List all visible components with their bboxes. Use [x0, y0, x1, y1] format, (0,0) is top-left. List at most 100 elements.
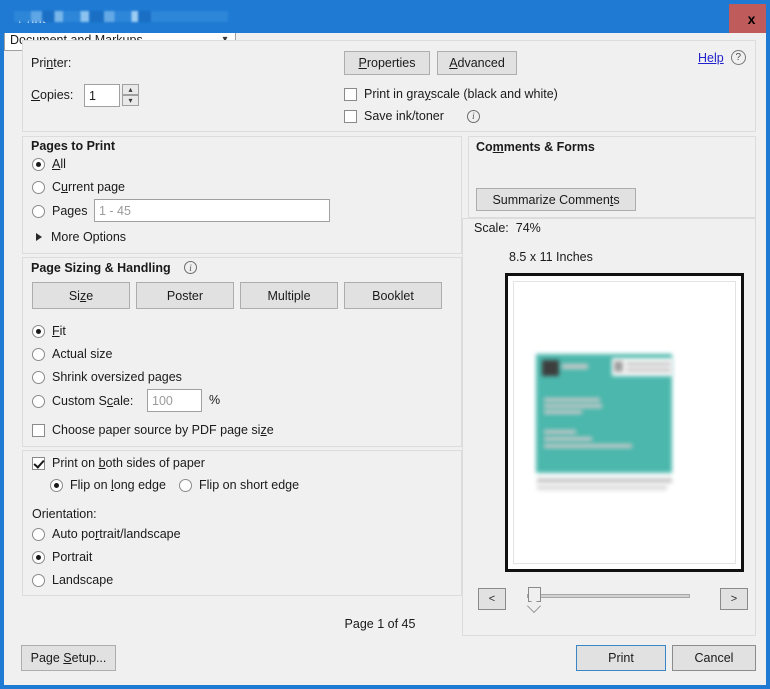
pages-range-label: Pages — [52, 204, 88, 218]
duplex-option[interactable]: Print on both sides of paper — [32, 456, 205, 470]
preview-logo-block — [542, 360, 559, 376]
pages-range-radio[interactable] — [32, 204, 45, 218]
page-setup-button[interactable]: Page Setup... — [21, 645, 116, 671]
sizing-option-actual-size[interactable]: Actual size — [32, 347, 112, 361]
orientation-landscape-label: Landscape — [52, 573, 114, 587]
preview-body-line-4 — [544, 430, 576, 434]
page-slider-thumb[interactable] — [528, 587, 541, 602]
pages-current-radio[interactable] — [32, 180, 45, 194]
poster-button[interactable]: Poster — [136, 282, 234, 309]
orientation-portrait-radio[interactable] — [32, 550, 45, 564]
paper-source-label: Choose paper source by PDF page size — [52, 423, 274, 437]
paper-source-checkbox[interactable] — [32, 423, 45, 437]
printer-properties-button[interactable]: Properties — [344, 51, 430, 75]
flip-long-edge-radio[interactable] — [50, 478, 63, 492]
custom-scale-radio[interactable] — [32, 394, 45, 408]
flip-long-edge-option[interactable]: Flip on long edge — [50, 478, 166, 492]
orientation-portrait-label: Portrait — [52, 550, 93, 564]
page-sizing-title: Page Sizing & Handling — [31, 261, 171, 275]
pages-current-label: Current page — [52, 180, 125, 194]
scale-value: 74% — [515, 221, 541, 235]
more-options-label: More Options — [51, 230, 127, 244]
preview-body-line-1 — [544, 398, 600, 402]
duplex-label: Print on both sides of paper — [52, 456, 205, 470]
pages-all-label: All — [52, 157, 66, 171]
actual-size-radio[interactable] — [32, 347, 45, 361]
pages-to-print-title: Pages to Print — [31, 139, 116, 153]
next-page-button[interactable]: > — [720, 588, 748, 610]
orientation-auto-radio[interactable] — [32, 527, 45, 541]
save-ink-label: Save ink/toner — [364, 109, 444, 123]
comments-forms-title: Comments & Forms — [476, 140, 595, 154]
copies-spinner-down[interactable]: ▾ — [122, 95, 139, 106]
preview-body-line-5 — [544, 437, 592, 441]
custom-scale-input[interactable]: 100 — [147, 389, 202, 412]
preview-footer-line-2 — [537, 485, 667, 490]
paper-size-label: 8.5 x 11 Inches — [509, 250, 593, 264]
orientation-landscape-option[interactable]: Landscape — [32, 573, 113, 587]
pages-option-current[interactable]: Current page — [32, 180, 125, 194]
summarize-comments-button[interactable]: Summarize Comments — [476, 188, 636, 211]
duplex-checkbox[interactable] — [32, 456, 45, 470]
printer-advanced-button[interactable]: Advanced — [437, 51, 517, 75]
paper-source-option[interactable]: Choose paper source by PDF page size — [32, 423, 274, 437]
page-preview-canvas — [513, 281, 736, 564]
sizing-option-fit[interactable]: Fit — [32, 324, 66, 338]
option-print-grayscale[interactable]: Print in grayscale (black and white) — [344, 87, 558, 101]
flip-long-edge-label: Flip on long edge — [70, 478, 166, 492]
preview-logo-text — [562, 364, 588, 369]
page-slider-track[interactable] — [527, 594, 690, 598]
flip-short-edge-radio[interactable] — [179, 478, 192, 492]
close-button[interactable]: x — [729, 4, 766, 33]
preview-info-line-2 — [626, 368, 671, 372]
preview-body-line-6 — [544, 444, 632, 448]
copies-label: Copies: — [31, 88, 74, 102]
pages-option-all[interactable]: All — [32, 157, 66, 171]
shrink-radio[interactable] — [32, 370, 45, 384]
copies-spinner-up[interactable]: ▴ — [122, 84, 139, 95]
custom-scale-label: Custom Scale: — [52, 394, 134, 408]
preview-info-icon-block — [614, 361, 623, 372]
print-grayscale-label: Print in grayscale (black and white) — [364, 87, 558, 101]
pages-all-radio[interactable] — [32, 157, 45, 171]
sizing-option-custom-scale[interactable]: Custom Scale: — [32, 394, 133, 408]
percent-label: % — [209, 393, 221, 407]
pages-option-range[interactable]: Pages — [32, 204, 87, 218]
preview-body-line-2 — [544, 404, 602, 408]
chevron-left-icon: < — [488, 593, 496, 605]
question-circle-icon[interactable]: ? — [730, 50, 746, 65]
help-link[interactable]: Help — [698, 51, 724, 65]
pages-range-input[interactable]: 1 - 45 — [94, 199, 330, 222]
printer-label: Printer: — [31, 56, 72, 70]
size-button[interactable]: Size — [32, 282, 130, 309]
orientation-landscape-radio[interactable] — [32, 573, 45, 587]
sizing-option-shrink[interactable]: Shrink oversized pages — [32, 370, 182, 384]
multiple-button[interactable]: Multiple — [240, 282, 338, 309]
booklet-button[interactable]: Booklet — [344, 282, 442, 309]
help-area: Help ? — [698, 50, 746, 65]
orientation-auto-label: Auto portrait/landscape — [52, 527, 181, 541]
page-preview[interactable] — [505, 273, 744, 572]
option-save-ink[interactable]: Save ink/toner i — [344, 109, 480, 123]
shrink-label: Shrink oversized pages — [52, 370, 182, 384]
page-sizing-info-icon[interactable]: i — [184, 261, 197, 274]
preview-body-line-3 — [544, 410, 582, 414]
save-ink-checkbox[interactable] — [344, 109, 357, 123]
prev-page-button[interactable]: < — [478, 588, 506, 610]
orientation-portrait-option[interactable]: Portrait — [32, 550, 92, 564]
preview-footer-line-1 — [537, 478, 672, 483]
fit-radio[interactable] — [32, 324, 45, 338]
orientation-auto-option[interactable]: Auto portrait/landscape — [32, 527, 181, 541]
triangle-right-icon[interactable] — [36, 233, 42, 241]
preview-info-line-1 — [626, 362, 671, 366]
fit-label: Fit — [52, 324, 66, 338]
cancel-button[interactable]: Cancel — [672, 645, 756, 671]
copies-input[interactable]: 1 — [84, 84, 120, 107]
save-ink-info-icon[interactable]: i — [466, 109, 480, 123]
scale-row: Scale: 74% — [474, 221, 541, 235]
flip-short-edge-option[interactable]: Flip on short edge — [179, 478, 299, 492]
more-options-toggle[interactable]: More Options — [36, 230, 126, 244]
flip-short-edge-label: Flip on short edge — [199, 478, 300, 492]
print-grayscale-checkbox[interactable] — [344, 87, 357, 101]
print-button[interactable]: Print — [576, 645, 666, 671]
